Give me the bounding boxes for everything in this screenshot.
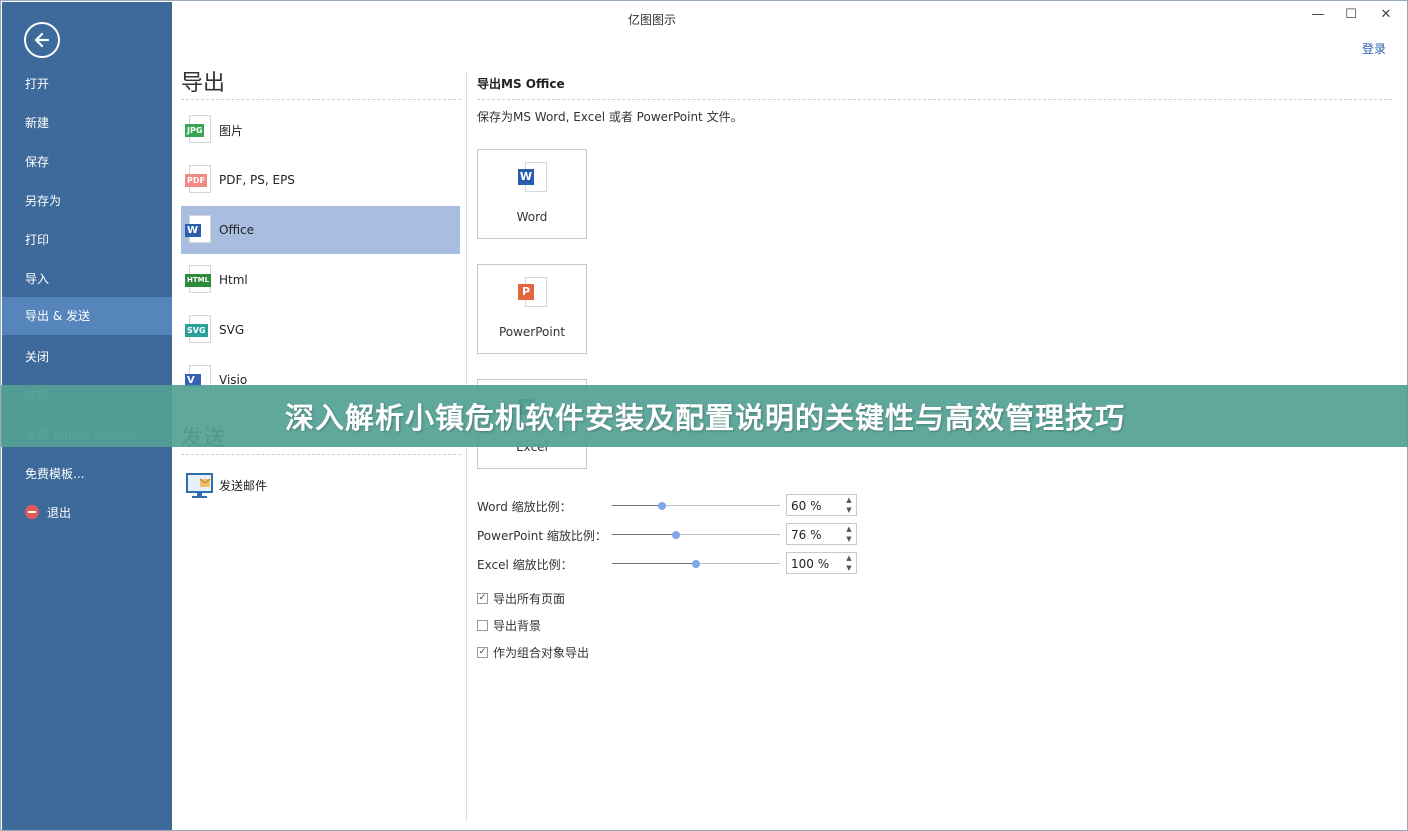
checkbox-box[interactable]: ✓ [477,593,488,604]
sidebar-item-print[interactable]: 打印 [2,221,172,259]
export-powerpoint-button[interactable]: P PowerPoint [477,264,587,354]
word-zoom-value: 60 % [791,499,822,513]
checkbox-box[interactable] [477,620,488,631]
export-image-item[interactable]: JPG 图片 [181,106,460,154]
export-all-pages-checkbox[interactable]: ✓ 导出所有页面 [477,590,565,607]
close-button[interactable]: ✕ [1376,7,1396,25]
slider-knob[interactable] [671,531,680,539]
stepper-arrows-icon[interactable]: ▲ ▼ [842,553,856,573]
powerpoint-zoom-value: 76 % [791,528,822,542]
word-zoom-stepper[interactable]: 60 % ▲ ▼ [786,494,857,516]
login-link[interactable]: 登录 [1362,40,1386,57]
panel-title: 导出MS Office [477,77,565,91]
word-zoom-slider[interactable] [612,501,780,511]
powerpoint-icon: P [518,277,548,311]
banner-text: 深入解析小镇危机软件安装及配置说明的关键性与高效管理技巧 [284,401,1125,435]
maximize-button[interactable]: ☐ [1341,7,1361,25]
jpg-file-icon: JPG [185,115,213,145]
powerpoint-zoom-stepper[interactable]: 76 % ▲ ▼ [786,523,857,545]
export-office-item[interactable]: W Office [181,206,460,254]
export-heading: 导出 [181,71,226,96]
sidebar-item-save-as[interactable]: 另存为 [2,182,172,220]
powerpoint-zoom-label: PowerPoint 缩放比例： [477,529,607,543]
export-pdf-label: PDF, PS, EPS [219,173,295,187]
export-background-label: 导出背景 [493,619,542,633]
title-banner: 深入解析小镇危机软件安装及配置说明的关键性与高效管理技巧 [1,385,1408,447]
export-background-checkbox[interactable]: 导出背景 [477,617,541,634]
pdf-file-icon: PDF [185,165,213,195]
email-monitor-icon [185,470,213,500]
excel-zoom-slider[interactable] [612,559,780,569]
stepper-arrows-icon[interactable]: ▲ ▼ [842,524,856,544]
divider [181,99,461,100]
export-svg-label: SVG [219,323,245,337]
word-file-icon: W [185,215,213,245]
export-word-button[interactable]: W Word [477,149,587,239]
slider-knob[interactable] [658,502,667,510]
sidebar-item-templates[interactable]: 免费模板... [2,455,172,493]
panel-description: 保存为MS Word, Excel 或者 PowerPoint 文件。 [477,110,743,124]
export-image-label: 图片 [219,123,244,138]
checkbox-box[interactable]: ✓ [477,647,488,658]
excel-zoom-label: Excel 缩放比例： [477,558,573,572]
sidebar-item-export-send[interactable]: 导出 & 发送 [2,297,172,335]
window-title: 亿图图示 [627,13,676,27]
minimize-button[interactable]: — [1308,7,1328,25]
html-file-icon: HTML [185,265,213,295]
exit-icon [25,505,39,519]
word-zoom-label: Word 缩放比例： [477,500,572,514]
sidebar-item-open[interactable]: 打开 [2,65,172,103]
send-email-label: 发送邮件 [219,478,268,493]
sidebar-item-exit[interactable]: 退出 [2,494,172,532]
excel-zoom-stepper[interactable]: 100 % ▲ ▼ [786,552,857,574]
sidebar-item-import[interactable]: 导入 [2,260,172,298]
export-powerpoint-label: PowerPoint [498,325,566,339]
sidebar-item-exit-label: 退出 [47,506,72,520]
export-as-group-checkbox[interactable]: ✓ 作为组合对象导出 [477,644,589,661]
app-window: 打开 新建 保存 另存为 打印 导入 导出 & 发送 关闭 选项 免费 Edra… [0,0,1408,831]
stepper-arrows-icon[interactable]: ▲ ▼ [842,495,856,515]
export-office-label: Office [219,223,255,237]
arrow-left-icon [34,32,50,48]
sidebar-item-save[interactable]: 保存 [2,143,172,181]
svg-file-icon: SVG [185,315,213,345]
send-email-item[interactable]: 发送邮件 [181,461,460,509]
export-svg-item[interactable]: SVG SVG [181,306,460,354]
sidebar-item-new[interactable]: 新建 [2,104,172,142]
back-button[interactable] [24,22,60,58]
export-html-item[interactable]: HTML Html [181,256,460,304]
slider-knob[interactable] [692,560,700,568]
powerpoint-zoom-slider[interactable] [612,530,780,540]
sidebar-item-close[interactable]: 关闭 [2,338,172,376]
excel-zoom-value: 100 % [791,557,830,571]
export-html-label: Html [219,273,248,287]
divider [477,99,1392,100]
export-pdf-item[interactable]: PDF PDF, PS, EPS [181,156,460,204]
export-word-label: Word [516,210,548,224]
word-icon: W [518,162,548,196]
export-as-group-label: 作为组合对象导出 [493,646,590,660]
export-all-pages-label: 导出所有页面 [493,592,566,606]
divider [181,454,461,455]
